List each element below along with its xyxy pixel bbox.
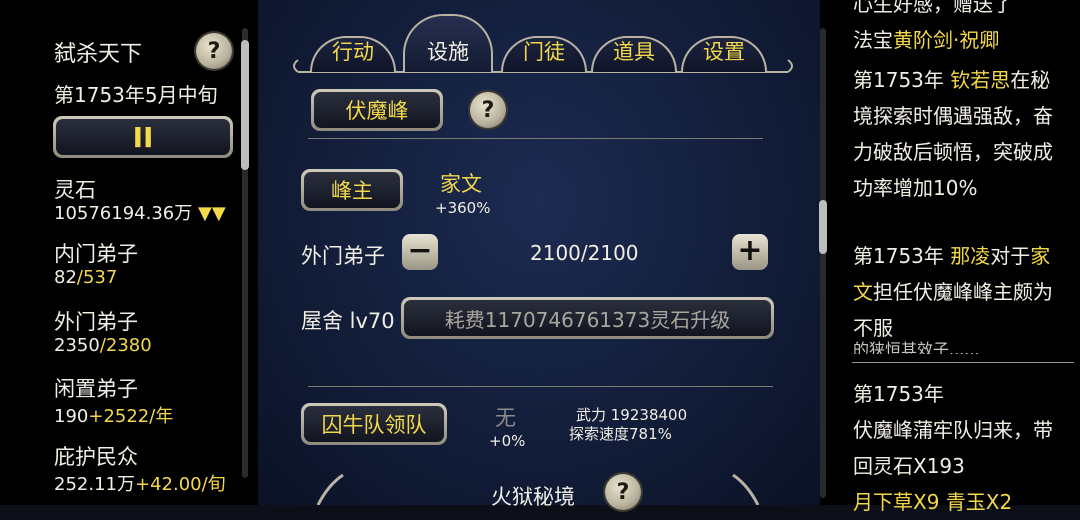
log-entry-2: 第1753年 那凌对于家文担任伏魔峰峰主颇为不服 xyxy=(853,244,1053,340)
pause-icon: II xyxy=(56,119,230,155)
log-divider xyxy=(852,362,1074,363)
increase-button[interactable]: + xyxy=(732,234,768,270)
peak-master-bonus: +360% xyxy=(435,199,491,217)
decrease-arrows-icon: ▼▼ xyxy=(197,203,226,224)
team-leader-button[interactable]: 囚牛队领队 xyxy=(301,403,447,445)
tab-settings[interactable]: 设置 xyxy=(681,32,767,72)
stat-value-inner-disciples: 82/537 xyxy=(54,267,118,288)
stat-value-idle-disciples: 190+2522/年 xyxy=(54,406,174,427)
log-entry-1: 第1753年 钦若思在秘境探索时偶遇强敌，奋力破敌后顿悟，突破成功率增加10% xyxy=(853,68,1053,200)
stat-label-inner-disciples: 内门弟子 xyxy=(54,242,138,266)
facility-name-button[interactable]: 伏魔峰 xyxy=(311,89,443,131)
facility-panel: 行动 设施 门徒 道具 设置 伏魔峰 ? 峰主 家文 +360% 外门弟子 − … xyxy=(258,0,820,510)
log-entry-0: 心生好感，赠送了 法宝黄阶剑·祝卿 xyxy=(853,0,1013,52)
team-explore-speed: 探索速度781% xyxy=(569,425,672,443)
log-entry-3: 第1753年 伏魔峰蒲牢队归来，带回灵石X193 月下草X9 青玉X2 xyxy=(853,382,1053,514)
tab-action[interactable]: 行动 xyxy=(310,32,396,72)
team-power: 武力 19238400 xyxy=(576,406,688,424)
stat-label-protected-people: 庇护民众 xyxy=(54,445,138,469)
next-section-title: 火狱秘境 xyxy=(491,485,575,509)
divider xyxy=(308,386,773,387)
sect-name: 弑杀天下 xyxy=(54,42,143,67)
left-status-panel: 弑杀天下 ? 第1753年5月中旬 II 灵石 10576194.36万 ▼▼ … xyxy=(0,0,258,505)
game-date: 第1753年5月中旬 xyxy=(54,83,218,107)
question-icon: ? xyxy=(207,38,221,64)
divider xyxy=(308,138,763,139)
log-scroll-thumb[interactable] xyxy=(819,200,827,254)
log-scrollbar[interactable] xyxy=(820,28,826,498)
pause-button[interactable]: II xyxy=(53,116,233,158)
stat-value-outer-disciples: 2350/2380 xyxy=(54,335,152,356)
stat-value-protected-people: 252.11万+42.00/旬 xyxy=(54,474,226,495)
question-icon: ? xyxy=(481,97,495,123)
log-entry-cut: 的狭恒其效子...... xyxy=(853,340,980,354)
stat-label-idle-disciples: 闲置弟子 xyxy=(54,377,138,401)
house-level-label: 屋舍 lv70 xyxy=(301,309,395,333)
tab-disciples[interactable]: 门徒 xyxy=(501,32,587,72)
upgrade-button[interactable]: 耗费1170746761373灵石升级 xyxy=(401,297,774,339)
peak-master-name: 家文 xyxy=(440,172,482,196)
plus-icon: + xyxy=(737,232,763,268)
outer-disciples-count: 2100/2100 xyxy=(530,241,639,265)
minus-icon: − xyxy=(407,232,433,268)
tab-facility[interactable]: 设施 xyxy=(403,10,493,72)
stat-value-spirit-stone: 10576194.36万 ▼▼ xyxy=(54,203,226,224)
team-leader-name: 无 xyxy=(495,406,516,430)
peak-master-button[interactable]: 峰主 xyxy=(301,169,403,211)
outer-disciples-label: 外门弟子 xyxy=(301,244,385,268)
stat-label-outer-disciples: 外门弟子 xyxy=(54,310,138,334)
decrease-button[interactable]: − xyxy=(402,234,438,270)
facility-help-button[interactable]: ? xyxy=(470,92,506,128)
left-scroll-thumb[interactable] xyxy=(241,40,249,170)
question-icon: ? xyxy=(616,479,630,505)
team-leader-bonus: +0% xyxy=(489,432,526,450)
tab-items[interactable]: 道具 xyxy=(591,32,677,72)
help-button[interactable]: ? xyxy=(196,33,232,69)
